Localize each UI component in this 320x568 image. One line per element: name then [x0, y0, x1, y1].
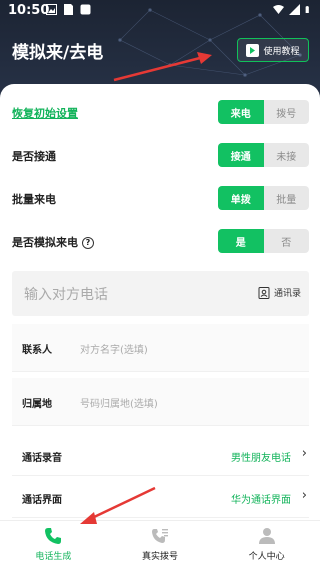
annotation-arrows: [80, 52, 212, 524]
arrow-to-tutorial: [113, 56, 201, 82]
arrow-to-tab: [91, 486, 156, 520]
arrowhead-tab: [80, 512, 97, 524]
arrowhead-tutorial: [197, 52, 212, 64]
